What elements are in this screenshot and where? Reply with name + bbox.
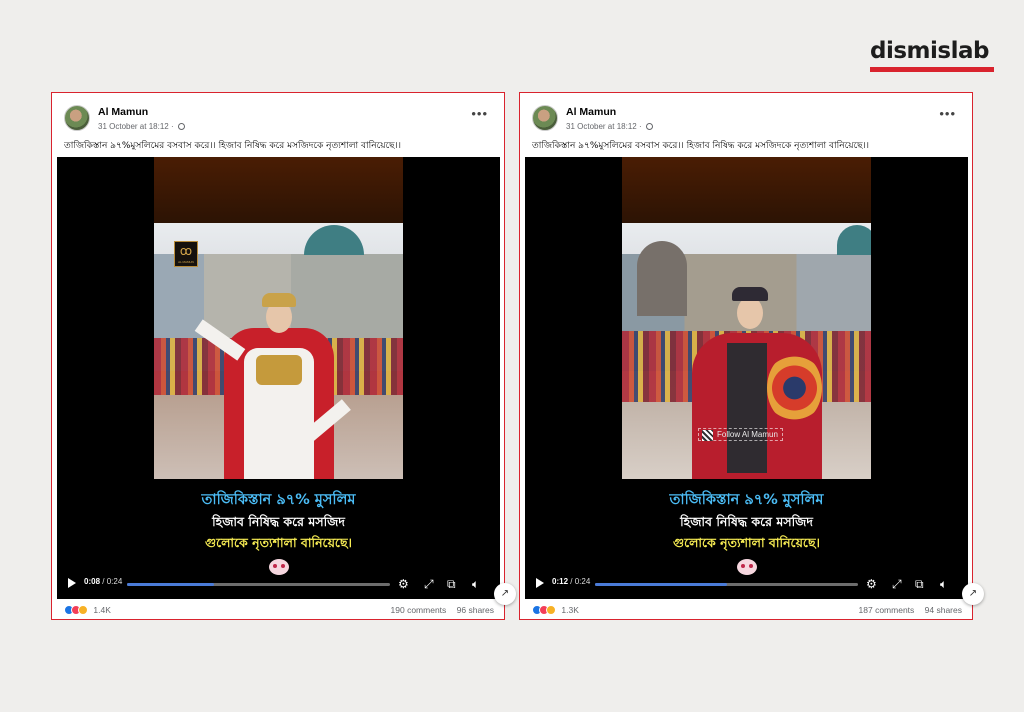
more-options-icon[interactable]: ••• [939, 107, 956, 120]
post-footer: 1.3K 187 comments 94 shares [532, 605, 962, 617]
play-icon[interactable] [68, 578, 76, 588]
post-header: Al Mamun 31 October at 18:12 · ••• [532, 105, 960, 135]
post-caption: তাজিকিস্তান ৯৭%মুসলিমের বসবাস করে।। হিজা… [532, 141, 870, 151]
globe-icon [177, 123, 185, 130]
overlay-line-3: গুলোকে নৃত্যশালা বানিয়েছে। [672, 535, 821, 550]
volume-icon[interactable]: 🔈︎ [940, 577, 947, 591]
haha-reaction-icon [78, 605, 88, 615]
haha-reaction-icon [546, 605, 556, 615]
globe-icon [645, 123, 653, 130]
reaction-count: 1.3K [561, 605, 579, 615]
reaction-count: 1.4K [93, 605, 111, 615]
progress-fill [595, 583, 727, 586]
video-time: 0:08 / 0:24 [84, 577, 123, 586]
dancer-figure [682, 283, 832, 479]
video-frame[interactable]: Follow Al Mamun [622, 223, 871, 479]
avatar[interactable] [532, 105, 558, 131]
share-fab-icon[interactable]: ↗ [962, 583, 984, 605]
dancer-figure [194, 293, 351, 479]
channel-watermark: ꝏ AL MAMUN [174, 241, 198, 267]
settings-gear-icon[interactable]: ⚙ [398, 577, 409, 591]
picture-in-picture-icon[interactable]: ⧉ [447, 577, 456, 591]
more-options-icon[interactable]: ••• [471, 107, 488, 120]
video-top-glow [154, 157, 403, 223]
shares-count[interactable]: 94 shares [925, 605, 962, 615]
overlay-line-2: হিজাব নিষিদ্ধ করে মসজিদ [680, 514, 813, 529]
post-footer: 1.4K 190 comments 96 shares [64, 605, 494, 617]
overlay-line-1: তাজিকিস্তান ৯৭% মুসলিম [201, 492, 356, 508]
follow-tag[interactable]: Follow Al Mamun [698, 428, 783, 441]
video-top-glow [622, 157, 871, 223]
share-fab-icon[interactable]: ↗ [494, 583, 516, 605]
video-controls: 0:08 / 0:24 ⚙ ⤢ ⧉ 🔈︎ [57, 569, 500, 599]
video-time: 0:12 / 0:24 [552, 577, 591, 586]
video-frame[interactable]: ꝏ AL MAMUN [154, 223, 403, 479]
fullscreen-icon[interactable]: ⤢ [892, 577, 902, 591]
video-player[interactable]: Follow Al Mamun তাজিকিস্তান ৯৭% মুসলিম হ… [525, 157, 968, 599]
brand-underline [870, 67, 994, 72]
video-text-overlay: তাজিকিস্তান ৯৭% মুসলিম হিজাব নিষিদ্ধ করে… [622, 479, 871, 575]
overlay-line-1: তাজিকিস্তান ৯৭% মুসলিম [669, 492, 824, 508]
settings-gear-icon[interactable]: ⚙ [866, 577, 877, 591]
brand-logo: dismislab [870, 38, 994, 72]
author-name[interactable]: Al Mamun [98, 106, 148, 118]
post-timestamp[interactable]: 31 October at 18:12 · [98, 122, 185, 131]
volume-icon[interactable]: 🔈︎ [472, 577, 479, 591]
video-player[interactable]: ꝏ AL MAMUN তাজিকিস্তান ৯৭% মুসলিম হিজাব ন… [57, 157, 500, 599]
post-caption: তাজিকিস্তান ৯৭%মুসলিমের বসবাস করে।। হিজা… [64, 141, 402, 151]
post-timestamp[interactable]: 31 October at 18:12 · [566, 122, 653, 131]
play-icon[interactable] [536, 578, 544, 588]
reactions[interactable]: 1.3K [532, 605, 579, 615]
progress-bar[interactable] [127, 583, 390, 586]
overlay-line-2: হিজাব নিষিদ্ধ করে মসজিদ [212, 514, 345, 529]
video-text-overlay: তাজিকিস্তান ৯৭% মুসলিম হিজাব নিষিদ্ধ করে… [154, 479, 403, 575]
picture-in-picture-icon[interactable]: ⧉ [915, 577, 924, 591]
comments-count[interactable]: 190 comments [391, 605, 447, 615]
facebook-post-right: Al Mamun 31 October at 18:12 · ••• তাজিক… [519, 92, 984, 620]
overlay-line-3: গুলোকে নৃত্যশালা বানিয়েছে। [204, 535, 353, 550]
comments-count[interactable]: 187 comments [859, 605, 915, 615]
reactions[interactable]: 1.4K [64, 605, 111, 615]
progress-fill [127, 583, 214, 586]
brand-name: dismislab [870, 38, 989, 64]
facebook-post-left: Al Mamun 31 October at 18:12 · ••• তাজিক… [51, 92, 516, 620]
progress-bar[interactable] [595, 583, 858, 586]
fullscreen-icon[interactable]: ⤢ [424, 577, 434, 591]
post-header: Al Mamun 31 October at 18:12 · ••• [64, 105, 492, 135]
avatar[interactable] [64, 105, 90, 131]
author-name[interactable]: Al Mamun [566, 106, 616, 118]
shares-count[interactable]: 96 shares [457, 605, 494, 615]
video-controls: 0:12 / 0:24 ⚙ ⤢ ⧉ 🔈︎ [525, 569, 968, 599]
